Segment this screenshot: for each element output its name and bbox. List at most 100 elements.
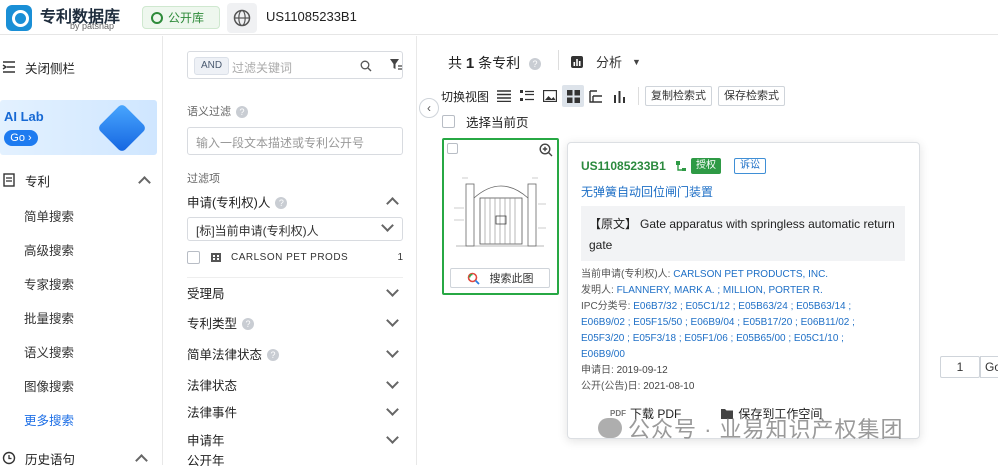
and-operator-tag[interactable]: AND [194,57,230,75]
ipc-codes-line2: E06B9/02 ; E05F15/50 ; E06B9/04 ; E05B17… [581,317,855,328]
history-group-header[interactable]: 历史语句 [0,441,163,475]
chevron-down-icon [386,430,399,444]
info-icon[interactable]: ? [275,197,288,210]
grid-view-icon[interactable] [562,85,585,107]
image-search-icon [467,272,480,285]
sidebar-item-image-search[interactable]: 图像搜索 [24,376,74,395]
applicant-checkbox[interactable] [187,250,200,264]
chevron-up-icon [135,453,148,467]
assignee-row: 当前申请(专利权)人: CARLSON PET PRODUCTS, INC. [581,269,829,280]
status-badge-granted: 授权 [691,158,721,174]
patent-doc-icon [3,173,15,187]
patent-group-header[interactable]: 专利 [0,163,163,197]
filter-funnel-icon[interactable] [389,58,402,71]
filter-section-patent-type[interactable]: 专利类型? [187,307,403,337]
filter-section-legal-event[interactable]: 法律事件 [187,396,403,426]
chevron-down-icon [386,402,399,416]
ailab-go-button[interactable]: Go › [4,130,38,146]
search-icon[interactable] [360,60,372,72]
applicant-type-select[interactable]: [标]当前申请(专利权)人 [187,217,403,241]
compact-list-icon[interactable] [516,85,538,107]
ipc-codes-line1[interactable]: E06B7/32 ; E05C1/12 ; E05B63/24 ; E05B63… [633,301,851,312]
ailab-title: AI Lab [4,109,44,124]
select-page-row[interactable]: 选择当前页 [442,112,529,131]
patent-title-cn[interactable]: 无弹簧自动回位闸门装置 [581,183,713,200]
application-date-row: 申请日: 2019-09-12 [581,365,668,376]
globe-icon[interactable] [227,3,257,33]
applicant-option-count: 1 [397,251,403,263]
info-icon[interactable]: ? [267,349,280,362]
sidebar-item-batch-search[interactable]: 批量搜索 [24,308,74,327]
sidebar-item-semantic-search[interactable]: 语义搜索 [24,342,74,361]
patent-detail-popup: US11085233B1 授权 诉讼 无弹簧自动回位闸门装置 【原文】 Gate … [567,142,920,439]
ai-cube-icon [97,103,147,153]
chevron-down-icon [386,284,399,297]
semantic-filter-input[interactable]: 输入一段文本描述或专利公开号 [187,127,403,155]
select-page-checkbox[interactable] [442,115,455,128]
analyze-dropdown[interactable]: 分析 ▼ [570,52,641,71]
tree-view-icon[interactable] [585,85,607,107]
inventor-links[interactable]: FLANNERY, MARK A. ; MILLION, PORTER R. [617,285,823,296]
zoom-in-icon[interactable] [539,143,553,157]
filter-section-office[interactable]: 受理局 [187,277,403,307]
ailab-banner[interactable]: AI Lab Go › [0,100,157,155]
inventor-row: 发明人: FLANNERY, MARK A. ; MILLION, PORTER… [581,285,823,296]
library-label: 公开库 [168,11,205,25]
result-checkbox[interactable] [447,143,458,154]
copy-query-button[interactable]: 复制检索式 [645,86,713,106]
close-sidebar-label: 关闭侧栏 [25,61,76,76]
sidebar-item-more-search[interactable]: 更多搜索 [24,410,74,429]
sidebar-item-advanced-search[interactable]: 高级搜索 [24,240,74,259]
info-icon[interactable]: ? [529,58,542,71]
ipc-codes-line3: E05F3/20 ; E05F3/18 ; E05F1/06 ; E05B65/… [581,333,844,344]
page-number-input[interactable]: 1 [940,356,980,378]
applicant-option-label: CARLSON PET PRODS [231,251,349,263]
chevron-down-icon [386,375,399,389]
sidebar-item-expert-search[interactable]: 专家搜索 [24,274,74,293]
semantic-filter-label: 语义过滤? [187,103,248,119]
publication-date-row: 公开(公告)日: 2021-08-10 [581,381,695,392]
collapse-menu-icon [2,61,15,73]
image-view-icon[interactable] [539,85,561,107]
applicant-option-row[interactable]: CARLSON PET PRODS 1 [187,249,403,265]
info-icon[interactable]: ? [236,106,248,119]
status-badge-litigation[interactable]: 诉讼 [734,158,766,174]
view-toolbar: 切换视图 复制检索式 保存检索式 [441,83,786,109]
filter-section-simple-legal-status[interactable]: 简单法律状态? [187,338,403,368]
save-query-button[interactable]: 保存检索式 [718,86,786,106]
patent-group-label: 专利 [25,174,51,189]
ipc-row: IPC分类号: E06B7/32 ; E05C1/12 ; E05B63/24 … [581,301,852,312]
filter-section-legal-status[interactable]: 法律状态 [187,369,403,399]
patent-number-link[interactable]: US11085233B1 [581,159,666,173]
chart-view-icon[interactable] [608,85,630,107]
wechat-watermark: 公众号 · 业易知识产权集团 [598,412,904,444]
sidebar-item-simple-search[interactable]: 简单搜索 [24,206,74,225]
result-thumbnail-card[interactable]: 搜索此图 [442,138,559,295]
assignee-link[interactable]: CARLSON PET PRODUCTS, INC. [673,269,828,280]
filter-section-application-year[interactable]: 申请年 [187,424,403,454]
caret-down-icon: ▼ [632,56,641,67]
close-sidebar-button[interactable]: 关闭侧栏 [0,50,163,84]
bar-chart-icon [571,55,583,68]
main-search-input[interactable]: US11085233B1 [266,9,357,24]
library-selector-button[interactable]: 公开库 [142,6,220,29]
original-title-box: 【原文】 Gate apparatus with springless autom… [581,206,905,261]
page-go-button[interactable]: Go [980,356,998,378]
chevron-down-icon [386,313,399,327]
filter-section-applicant[interactable]: 申请(专利权)人? [187,186,403,216]
switch-view-label: 切换视图 [441,89,490,104]
filter-section-publication-year[interactable]: 公开年 [187,452,403,467]
chevron-down-icon [386,344,399,358]
filter-keyword-placeholder: 过滤关键词 [232,61,293,75]
patent-drawing-image [454,177,546,247]
info-icon[interactable]: ? [242,318,255,331]
list-view-icon[interactable] [493,85,515,107]
result-count: 共 1 条专利 ? [448,53,542,73]
chevron-up-icon [386,196,399,210]
company-building-icon [211,253,221,262]
filter-keyword-input[interactable]: AND 过滤关键词 [187,51,403,79]
patent-family-icon[interactable] [675,160,687,172]
wechat-icon [598,418,622,438]
search-this-image-button[interactable]: 搜索此图 [450,268,550,288]
patsnap-logo-icon[interactable] [6,5,32,31]
